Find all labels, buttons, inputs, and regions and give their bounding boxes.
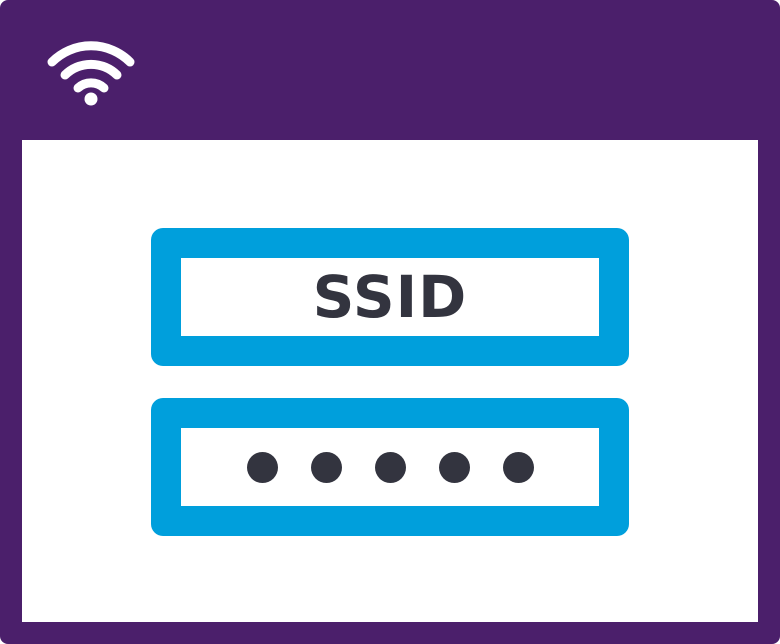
password-dot — [246, 451, 278, 483]
password-input[interactable] — [151, 398, 629, 536]
password-dot — [438, 451, 470, 483]
password-dot — [502, 451, 534, 483]
ssid-label: SSID — [312, 263, 468, 331]
ssid-input[interactable]: SSID — [151, 228, 629, 366]
password-mask — [246, 451, 534, 483]
password-dot — [374, 451, 406, 483]
title-bar — [0, 0, 780, 140]
wifi-icon — [47, 41, 135, 106]
content-area: SSID — [22, 140, 758, 622]
browser-window: SSID — [0, 0, 780, 644]
password-dot — [310, 451, 342, 483]
